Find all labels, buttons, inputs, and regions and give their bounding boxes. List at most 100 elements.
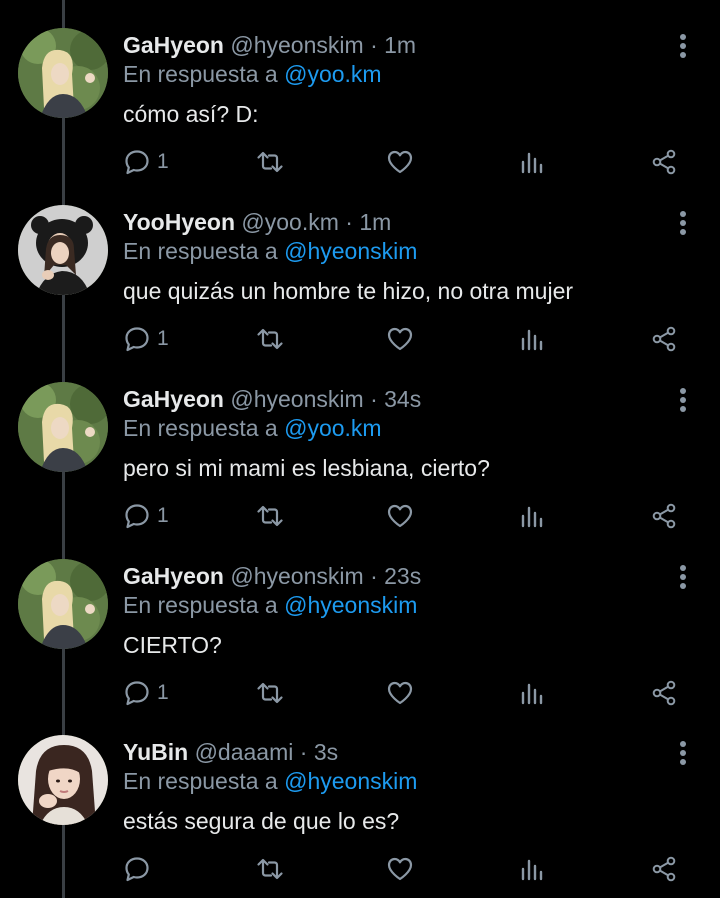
reply-prefix: En respuesta a (123, 415, 278, 441)
tweet[interactable]: YooHyeon @yoo.km · 1m En respuesta a @hy… (0, 177, 720, 354)
analytics-button[interactable] (518, 499, 546, 533)
share-icon (652, 856, 676, 882)
reply-mention-link[interactable]: @hyeonskim (284, 768, 417, 794)
user-handle[interactable]: @hyeonskim (230, 32, 363, 58)
analytics-button[interactable] (518, 145, 546, 179)
timestamp[interactable]: 23s (384, 563, 421, 589)
timestamp[interactable]: 1m (359, 209, 391, 235)
reply-prefix: En respuesta a (123, 238, 278, 264)
share-button[interactable] (650, 499, 678, 533)
tweet-text: pero si mi mami es lesbiana, cierto? (123, 455, 490, 481)
more-options-button[interactable] (670, 739, 696, 767)
tweet-text: cómo así? D: (123, 101, 259, 127)
reply-button[interactable]: 1 (123, 322, 169, 356)
like-button[interactable] (386, 852, 414, 886)
share-button[interactable] (650, 322, 678, 356)
tweet-text: estás segura de que lo es? (123, 808, 400, 834)
like-button[interactable] (386, 499, 414, 533)
reply-button[interactable]: 1 (123, 499, 169, 533)
tweet[interactable]: YuBin @daaami · 3s En respuesta a @hyeon… (0, 707, 720, 884)
separator-dot: · (345, 209, 353, 235)
timestamp[interactable]: 1m (384, 32, 416, 58)
analytics-button[interactable] (518, 676, 546, 710)
more-options-button[interactable] (670, 386, 696, 414)
avatar[interactable] (18, 28, 108, 118)
stats-icon (521, 859, 543, 881)
tweet[interactable]: GaHyeon @hyeonskim · 1m En respuesta a @… (0, 0, 720, 177)
retweet-button[interactable] (256, 322, 284, 356)
stats-icon (521, 329, 543, 351)
avatar[interactable] (18, 735, 108, 825)
avatar[interactable] (18, 205, 108, 295)
retweet-icon (257, 505, 283, 527)
reply-icon (125, 504, 149, 529)
retweet-icon (257, 151, 283, 173)
tweet-header: GaHyeon @hyeonskim · 1m (123, 30, 416, 60)
user-handle[interactable]: @yoo.km (241, 209, 338, 235)
display-name[interactable]: YooHyeon (123, 209, 235, 235)
retweet-button[interactable] (256, 676, 284, 710)
user-handle[interactable]: @hyeonskim (230, 563, 363, 589)
share-button[interactable] (650, 145, 678, 179)
timestamp[interactable]: 3s (314, 739, 338, 765)
avatar-image (18, 382, 108, 472)
reply-button[interactable]: 1 (123, 676, 169, 710)
display-name[interactable]: GaHyeon (123, 386, 224, 412)
retweet-button[interactable] (256, 499, 284, 533)
display-name[interactable]: YuBin (123, 739, 188, 765)
display-name[interactable]: GaHyeon (123, 32, 224, 58)
retweet-icon (257, 682, 283, 704)
action-bar (0, 852, 720, 886)
share-button[interactable] (650, 676, 678, 710)
timestamp[interactable]: 34s (384, 386, 421, 412)
stats-icon (521, 506, 543, 528)
reply-icon (125, 857, 149, 882)
tweet-header: GaHyeon @hyeonskim · 23s (123, 561, 421, 591)
reply-prefix: En respuesta a (123, 592, 278, 618)
reply-button[interactable]: 1 (123, 145, 169, 179)
reply-mention-link[interactable]: @hyeonskim (284, 238, 417, 264)
more-options-button[interactable] (670, 563, 696, 591)
reply-count: 1 (157, 504, 169, 527)
reply-count: 1 (157, 681, 169, 704)
heart-icon (387, 857, 413, 881)
share-button[interactable] (650, 852, 678, 886)
heart-icon (387, 327, 413, 351)
analytics-button[interactable] (518, 852, 546, 886)
like-button[interactable] (386, 676, 414, 710)
user-handle[interactable]: @hyeonskim (230, 386, 363, 412)
share-icon (652, 326, 676, 352)
tweet[interactable]: GaHyeon @hyeonskim · 34s En respuesta a … (0, 354, 720, 531)
separator-dot: · (370, 32, 378, 58)
reply-mention-link[interactable]: @hyeonskim (284, 592, 417, 618)
analytics-button[interactable] (518, 322, 546, 356)
reply-mention-link[interactable]: @yoo.km (284, 61, 381, 87)
display-name[interactable]: GaHyeon (123, 563, 224, 589)
like-button[interactable] (386, 322, 414, 356)
more-vertical-icon (680, 211, 686, 235)
tweet-header: GaHyeon @hyeonskim · 34s (123, 384, 421, 414)
more-options-button[interactable] (670, 32, 696, 60)
reply-context: En respuesta a @hyeonskim (123, 590, 417, 620)
reply-mention-link[interactable]: @yoo.km (284, 415, 381, 441)
heart-icon (387, 150, 413, 174)
heart-icon (387, 681, 413, 705)
user-handle[interactable]: @daaami (195, 739, 294, 765)
retweet-icon (257, 858, 283, 880)
retweet-button[interactable] (256, 852, 284, 886)
like-button[interactable] (386, 145, 414, 179)
reply-context: En respuesta a @hyeonskim (123, 236, 417, 266)
retweet-button[interactable] (256, 145, 284, 179)
share-icon (652, 680, 676, 706)
avatar[interactable] (18, 559, 108, 649)
tweet[interactable]: GaHyeon @hyeonskim · 23s En respuesta a … (0, 531, 720, 708)
avatar[interactable] (18, 382, 108, 472)
tweet-header: YuBin @daaami · 3s (123, 737, 338, 767)
tweet-text: CIERTO? (123, 632, 222, 658)
reply-prefix: En respuesta a (123, 768, 278, 794)
share-icon (652, 149, 676, 175)
more-options-button[interactable] (670, 209, 696, 237)
heart-icon (387, 504, 413, 528)
retweet-icon (257, 328, 283, 350)
reply-button[interactable] (123, 852, 157, 886)
